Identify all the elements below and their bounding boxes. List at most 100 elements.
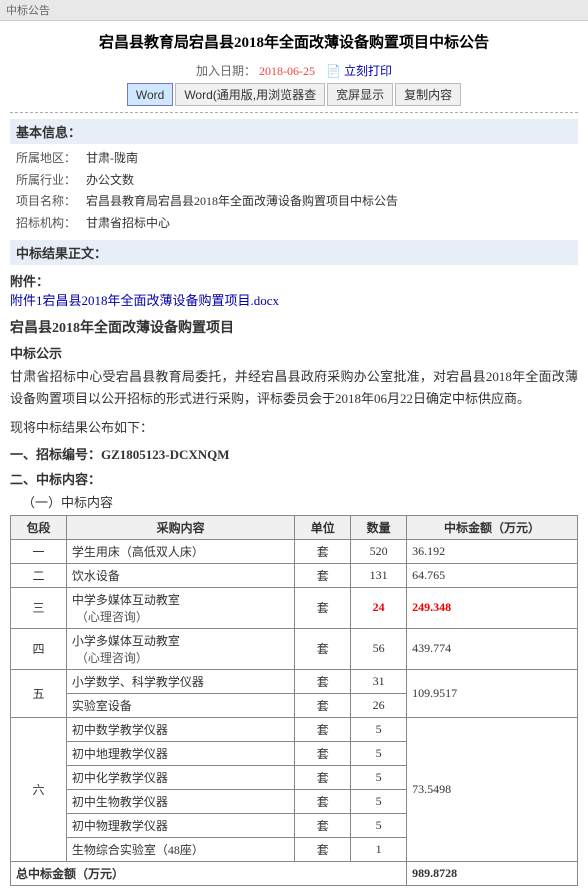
info-label-region: 所属地区： bbox=[16, 148, 86, 170]
total-label: 总中标金额（万元） bbox=[11, 861, 407, 885]
cell-bag: 三 bbox=[11, 587, 67, 628]
cell-qty: 520 bbox=[351, 539, 407, 563]
table-row: 五 小学数学、科学教学仪器 套 31 109.9517 bbox=[11, 669, 578, 693]
cell-qty: 24 bbox=[351, 587, 407, 628]
cell-bag: 六 bbox=[11, 717, 67, 861]
cell-qty: 5 bbox=[351, 741, 407, 765]
cell-qty: 5 bbox=[351, 717, 407, 741]
cell-unit: 套 bbox=[295, 693, 351, 717]
info-row-org: 招标机构： 甘肃省招标中心 bbox=[16, 213, 578, 235]
top-bar-label: 中标公告 bbox=[6, 5, 50, 17]
cell-unit: 套 bbox=[295, 813, 351, 837]
cell-qty: 26 bbox=[351, 693, 407, 717]
table-row: 六 初中数学教学仪器 套 5 73.5498 bbox=[11, 717, 578, 741]
divider-top bbox=[10, 112, 578, 113]
cell-content: 中学多媒体互动教室 （心理咨询） bbox=[66, 587, 294, 628]
col-header-unit: 单位 bbox=[295, 515, 351, 539]
doc-title: 宕昌县2018年全面改薄设备购置项目 bbox=[10, 317, 578, 337]
cell-unit: 套 bbox=[295, 789, 351, 813]
doc-body: 甘肃省招标中心受宕昌县教育局委托，并经宕昌县政府采购办公室批准，对宕昌县2018… bbox=[10, 366, 578, 410]
cell-content: 学生用床（高低双人床） bbox=[66, 539, 294, 563]
table-row: 一 学生用床（高低双人床） 套 520 36.192 bbox=[11, 539, 578, 563]
action-buttons: Word Word(通用版,用浏览器查 宽屏显示 复制内容 bbox=[10, 83, 578, 106]
cell-amount: 64.765 bbox=[407, 563, 578, 587]
cell-amount: 439.774 bbox=[407, 628, 578, 669]
cell-content: 初中化学教学仪器 bbox=[66, 765, 294, 789]
basic-info-grid: 所属地区： 甘肃-陇南 所属行业： 办公文数 项目名称： 宕昌县教育局宕昌县20… bbox=[16, 148, 578, 234]
top-bar: 中标公告 bbox=[0, 0, 588, 21]
cell-qty: 31 bbox=[351, 669, 407, 693]
date-bar: 加入日期： 2018-06-25 📄 立刻打印 bbox=[10, 62, 578, 79]
cell-content: 小学数学、科学教学仪器 bbox=[66, 669, 294, 693]
bracket-text: （心理咨询） bbox=[72, 651, 148, 665]
cell-qty: 131 bbox=[351, 563, 407, 587]
table-row: 三 中学多媒体互动教室 （心理咨询） 套 24 249.348 bbox=[11, 587, 578, 628]
cell-amount: 109.9517 bbox=[407, 669, 578, 717]
info-row-project: 项目名称： 宕昌县教育局宕昌县2018年全面改薄设备购置项目中标公告 bbox=[16, 191, 578, 213]
btn-word-general[interactable]: Word(通用版,用浏览器查 bbox=[175, 83, 325, 106]
cell-content: 初中生物教学仪器 bbox=[66, 789, 294, 813]
info-value-org: 甘肃省招标中心 bbox=[86, 213, 170, 235]
section2-subsection: （一）中标内容 bbox=[22, 492, 578, 511]
cell-unit: 套 bbox=[295, 837, 351, 861]
table-total-row: 总中标金额（万元） 989.8728 bbox=[11, 861, 578, 885]
cell-content: 生物综合实验室（48座） bbox=[66, 837, 294, 861]
bid-table: 包段 采购内容 单位 数量 中标金额（万元） 一 学生用床（高低双人床） 套 5… bbox=[10, 515, 578, 886]
cell-unit: 套 bbox=[295, 765, 351, 789]
cell-bag: 五 bbox=[11, 669, 67, 717]
date-label: 加入日期： bbox=[196, 64, 256, 78]
col-header-bag: 包段 bbox=[11, 515, 67, 539]
cell-qty: 1 bbox=[351, 837, 407, 861]
cell-content: 初中物理教学仪器 bbox=[66, 813, 294, 837]
cell-unit: 套 bbox=[295, 741, 351, 765]
cell-qty: 5 bbox=[351, 813, 407, 837]
info-label-org: 招标机构： bbox=[16, 213, 86, 235]
table-row: 二 饮水设备 套 131 64.765 bbox=[11, 563, 578, 587]
main-content: 宕昌县教育局宕昌县2018年全面改薄设备购置项目中标公告 加入日期： 2018-… bbox=[0, 21, 588, 892]
col-header-content: 采购内容 bbox=[66, 515, 294, 539]
page-title: 宕昌县教育局宕昌县2018年全面改薄设备购置项目中标公告 bbox=[10, 33, 578, 54]
doc-subtitle: 中标公示 bbox=[10, 343, 578, 362]
cell-bag: 四 bbox=[11, 628, 67, 669]
cell-unit: 套 bbox=[295, 669, 351, 693]
btn-copy[interactable]: 复制内容 bbox=[395, 83, 461, 106]
cell-bag: 二 bbox=[11, 563, 67, 587]
btn-widescreen[interactable]: 宽屏显示 bbox=[327, 83, 393, 106]
col-header-amount: 中标金额（万元） bbox=[407, 515, 578, 539]
attachment-section: 附件： 附件1宕昌县2018年全面改薄设备购置项目.docx bbox=[10, 271, 578, 309]
cell-unit: 套 bbox=[295, 717, 351, 741]
cell-content: 初中数学教学仪器 bbox=[66, 717, 294, 741]
cell-unit: 套 bbox=[295, 587, 351, 628]
col-header-qty: 数量 bbox=[351, 515, 407, 539]
cell-amount: 249.348 bbox=[407, 587, 578, 628]
cell-content: 饮水设备 bbox=[66, 563, 294, 587]
info-value-region: 甘肃-陇南 bbox=[86, 148, 138, 170]
cell-qty: 5 bbox=[351, 789, 407, 813]
attachment-title: 附件： bbox=[10, 274, 49, 289]
print-link[interactable]: 📄 立刻打印 bbox=[326, 64, 392, 78]
cell-content: 小学多媒体互动教室 （心理咨询） bbox=[66, 628, 294, 669]
info-label-industry: 所属行业： bbox=[16, 170, 86, 192]
info-value-project: 宕昌县教育局宕昌县2018年全面改薄设备购置项目中标公告 bbox=[86, 191, 398, 213]
info-row-region: 所属地区： 甘肃-陇南 bbox=[16, 148, 578, 170]
result-section-header: 中标结果正文： bbox=[10, 240, 578, 265]
cell-unit: 套 bbox=[295, 539, 351, 563]
info-row-industry: 所属行业： 办公文数 bbox=[16, 170, 578, 192]
info-label-project: 项目名称： bbox=[16, 191, 86, 213]
section2-num: 二、中标内容： bbox=[10, 469, 578, 488]
btn-word[interactable]: Word bbox=[127, 83, 173, 106]
section1-num: 一、招标编号：GZ1805123-DCXNQM bbox=[10, 444, 578, 463]
total-value: 989.8728 bbox=[407, 861, 578, 885]
cell-content: 实验室设备 bbox=[66, 693, 294, 717]
date-value: 2018-06-25 bbox=[259, 64, 315, 78]
doc-notice: 现将中标结果公布如下： bbox=[10, 417, 578, 436]
basic-info-header: 基本信息： bbox=[10, 119, 578, 144]
cell-unit: 套 bbox=[295, 563, 351, 587]
attachment-link[interactable]: 附件1宕昌县2018年全面改薄设备购置项目.docx bbox=[10, 293, 279, 308]
cell-content: 初中地理教学仪器 bbox=[66, 741, 294, 765]
info-value-industry: 办公文数 bbox=[86, 170, 134, 192]
bracket-text: （心理咨询） bbox=[72, 610, 148, 624]
cell-bag: 一 bbox=[11, 539, 67, 563]
cell-qty: 5 bbox=[351, 765, 407, 789]
cell-unit: 套 bbox=[295, 628, 351, 669]
